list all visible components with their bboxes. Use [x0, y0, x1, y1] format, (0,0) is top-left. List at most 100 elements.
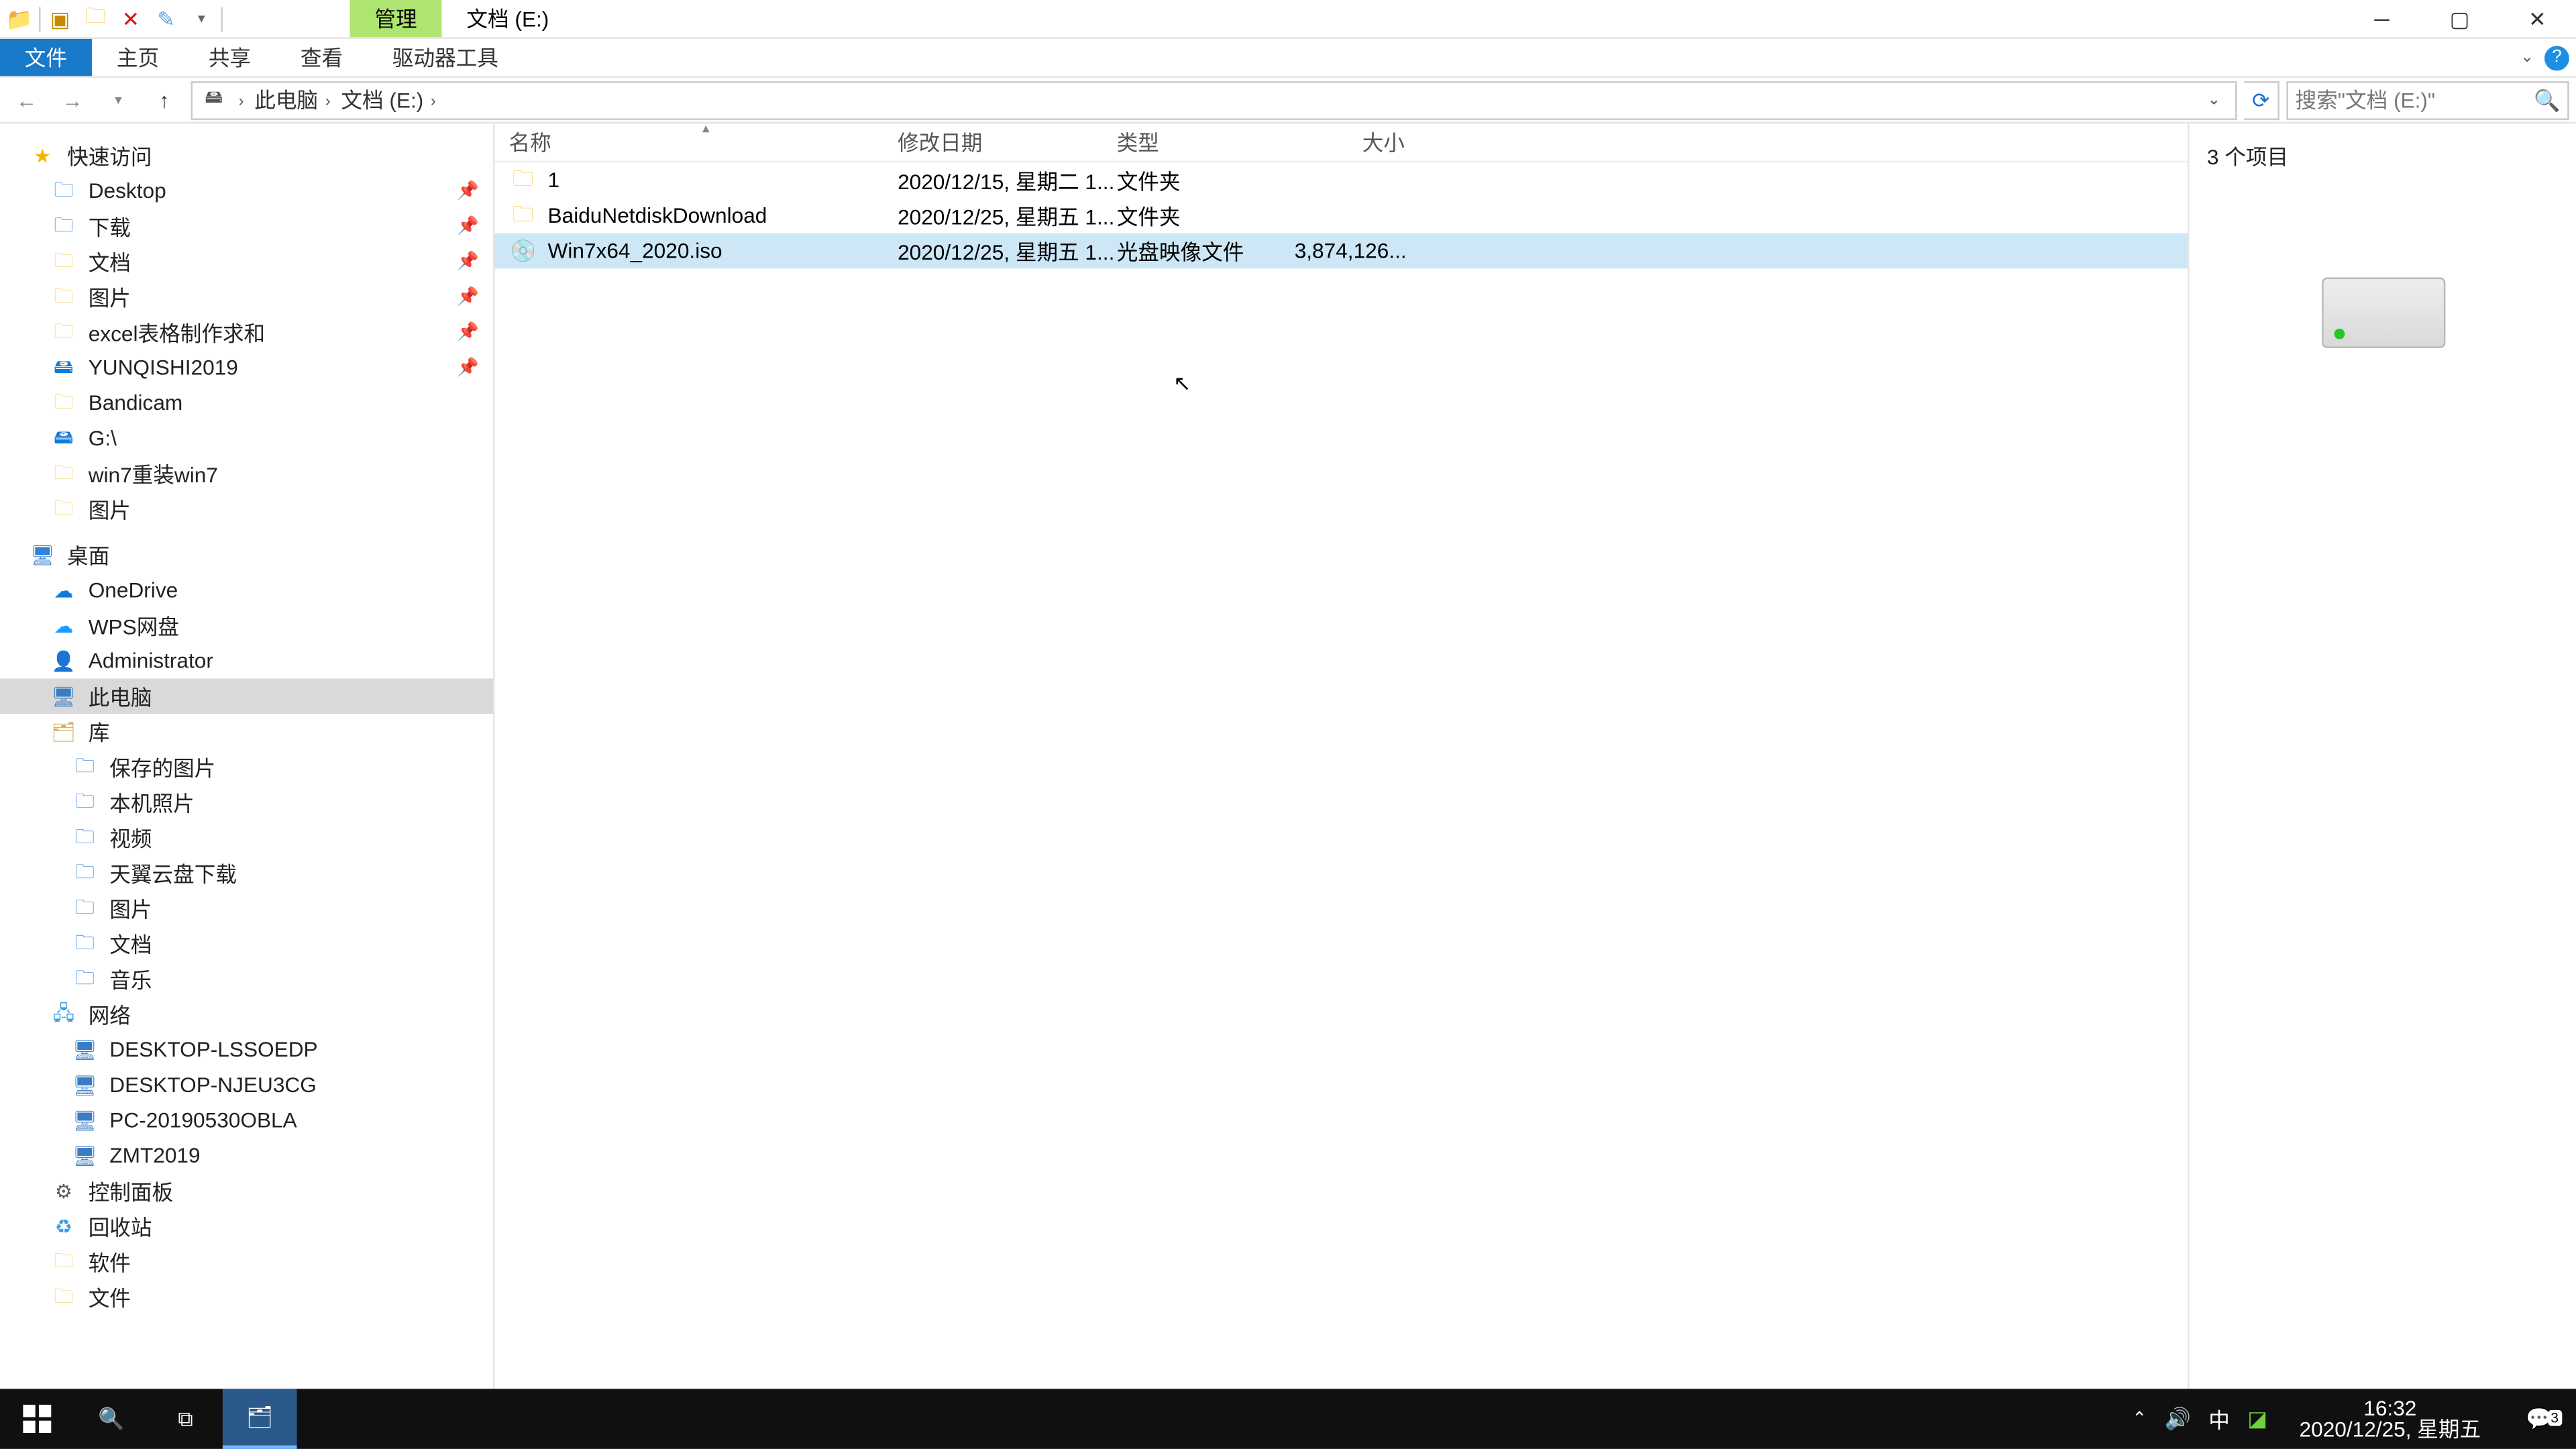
drive-thumbnail-icon — [2321, 278, 2445, 348]
file-rows[interactable]: 🗀12020/12/15, 星期二 1...文件夹🗀BaiduNetdiskDo… — [495, 162, 2188, 1413]
close-button[interactable]: ✕ — [2498, 0, 2576, 38]
ribbon-tab-home[interactable]: 主页 — [92, 39, 184, 76]
taskbar-clock[interactable]: 16:32 2020/12/25, 星期五 — [2285, 1397, 2495, 1440]
nav-quick-item-9[interactable]: 🗀图片 — [0, 491, 493, 527]
nav-tail-item-3[interactable]: 🗀 文件 — [0, 1279, 493, 1315]
nav-recent-button[interactable]: ▾ — [99, 80, 138, 119]
column-headers[interactable]: 名称▴ 修改日期 类型 大小 — [495, 123, 2188, 162]
nav-back-button[interactable]: ← — [7, 80, 46, 119]
ribbon-expand-icon[interactable]: ⌄ — [2520, 48, 2534, 67]
system-tray[interactable]: ⌃ 🔊 中 ◪ 16:32 2020/12/25, 星期五 💬3 — [2132, 1397, 2576, 1440]
nav-quick-item-7[interactable]: 🖴G:\ — [0, 421, 493, 456]
minimize-button[interactable]: ─ — [2343, 0, 2421, 38]
pc-icon: 🖥 — [70, 1036, 99, 1064]
nav-label: 控制面板 — [89, 1176, 173, 1206]
nav-net-item-3[interactable]: 🖥ZMT2019 — [0, 1138, 493, 1173]
nav-tail-item-2[interactable]: 🗀软件 — [0, 1244, 493, 1279]
nav-net-item-2[interactable]: 🖥PC-20190530OBLA — [0, 1103, 493, 1138]
nav-quick-item-2[interactable]: 🗀文档📌 — [0, 244, 493, 279]
file-row-2[interactable]: 💿Win7x64_2020.iso2020/12/25, 星期五 1...光盘映… — [495, 233, 2188, 269]
nav-quick-item-3[interactable]: 🗀图片📌 — [0, 279, 493, 315]
refresh-button[interactable]: ⟳ — [2244, 80, 2279, 119]
ribbon-tab-share[interactable]: 共享 — [184, 39, 276, 76]
col-name[interactable]: 名称▴ — [509, 123, 898, 160]
nav-label: 文件 — [89, 1282, 131, 1312]
nav-net-item-0[interactable]: 🖥DESKTOP-LSSOEDP — [0, 1032, 493, 1067]
nav-lib-item-6[interactable]: 🗀音乐 — [0, 961, 493, 997]
blue-icon: 🗀 — [70, 929, 99, 957]
nav-quick-item-8[interactable]: 🗀win7重装win7 — [0, 456, 493, 492]
tray-overflow-icon[interactable]: ⌃ — [2132, 1409, 2147, 1429]
nav-desktop[interactable]: 🖥桌面 — [0, 537, 493, 573]
contextual-tab-manage[interactable]: 管理 — [350, 0, 442, 37]
breadcrumb[interactable]: 🖴 › 此电脑› 文档 (E:)› ⌄ — [191, 80, 2237, 119]
breadcrumb-seg-drive[interactable]: 文档 (E:)› — [341, 85, 439, 115]
chevron-right-icon[interactable]: › — [235, 91, 247, 109]
col-type[interactable]: 类型 — [1117, 123, 1293, 160]
taskbar-explorer[interactable]: 🗂 — [223, 1389, 297, 1449]
nav-desktop-item-1[interactable]: ☁WPS网盘 — [0, 608, 493, 643]
nav-quick-item-5[interactable]: 🖴YUNQISHI2019📌 — [0, 350, 493, 386]
blue-icon: 🗀 — [50, 212, 78, 240]
nav-lib-item-0[interactable]: 🗀保存的图片 — [0, 749, 493, 785]
taskbar[interactable]: 🔍 ⧉ 🗂 ⌃ 🔊 中 ◪ 16:32 2020/12/25, 星期五 💬3 — [0, 1389, 2576, 1449]
nav-net-item-1[interactable]: 🖥DESKTOP-NJEU3CG — [0, 1067, 493, 1103]
nav-quick-item-6[interactable]: 🗀Bandicam — [0, 385, 493, 421]
search-box[interactable]: 搜索"文档 (E:)" 🔍 — [2286, 80, 2569, 119]
folder-icon: 🗀 — [50, 1283, 78, 1311]
ribbon-tab-view[interactable]: 查看 — [276, 39, 368, 76]
nav-lib-item-5[interactable]: 🗀文档 — [0, 926, 493, 961]
nav-lib-item-1[interactable]: 🗀本机照片 — [0, 784, 493, 820]
pc-icon: 🖥 — [70, 1106, 99, 1134]
file-row-0[interactable]: 🗀12020/12/15, 星期二 1...文件夹 — [495, 162, 2188, 198]
nav-label: 下载 — [89, 211, 131, 241]
nav-desktop-item-4[interactable]: 🗂库 — [0, 714, 493, 749]
taskbar-search-button[interactable]: 🔍 — [74, 1389, 149, 1449]
file-row-1[interactable]: 🗀BaiduNetdiskDownload2020/12/25, 星期五 1..… — [495, 198, 2188, 233]
tray-ime-icon[interactable]: 中 — [2208, 1404, 2230, 1434]
col-date[interactable]: 修改日期 — [898, 123, 1117, 160]
nav-quick-item-0[interactable]: 🗀Desktop📌 — [0, 173, 493, 209]
action-center-button[interactable]: 💬3 — [2513, 1407, 2566, 1432]
pin-icon: 📌 — [457, 252, 479, 271]
nav-lib-item-3[interactable]: 🗀天翼云盘下载 — [0, 855, 493, 891]
help-icon[interactable]: ? — [2544, 45, 2569, 70]
nav-desktop-item-0[interactable]: ☁OneDrive — [0, 572, 493, 608]
navigation-pane[interactable]: ★快速访问 🗀Desktop📌🗀下载📌🗀文档📌🗀图片📌🗀excel表格制作求和📌… — [0, 123, 495, 1413]
breadcrumb-history-icon[interactable]: ⌄ — [2200, 90, 2228, 109]
nav-label: 此电脑 — [89, 681, 152, 711]
col-size[interactable]: 大小 — [1293, 123, 1417, 160]
blue-icon: 🗀 — [70, 753, 99, 781]
task-view-button[interactable]: ⧉ — [148, 1389, 223, 1449]
nav-up-button[interactable]: ↑ — [145, 80, 184, 119]
maximize-button[interactable]: ▢ — [2421, 0, 2499, 38]
nav-network[interactable]: 🖧网络 — [0, 997, 493, 1032]
qat-properties-icon[interactable]: ▣ — [44, 3, 76, 34]
nav-quick-access[interactable]: ★快速访问 — [0, 138, 493, 173]
start-button[interactable] — [0, 1389, 74, 1449]
qat-rename-icon[interactable]: ✎ — [150, 3, 182, 34]
nav-lib-item-4[interactable]: 🗀图片 — [0, 891, 493, 926]
qat-customize-icon[interactable]: ▾ — [186, 3, 217, 34]
nav-quick-item-1[interactable]: 🗀下载📌 — [0, 209, 493, 244]
ribbon-tab-drivetools[interactable]: 驱动器工具 — [368, 39, 523, 76]
qat-delete-icon[interactable]: ✕ — [115, 3, 146, 34]
nav-quick-item-4[interactable]: 🗀excel表格制作求和📌 — [0, 315, 493, 350]
nav-label: 视频 — [109, 822, 152, 853]
blue-icon: 🗀 — [50, 176, 78, 205]
nav-desktop-item-3[interactable]: 🖥此电脑 — [0, 678, 493, 714]
tray-volume-icon[interactable]: 🔊 — [2165, 1407, 2191, 1432]
file-name: BaiduNetdiskDownload — [548, 203, 767, 228]
title-bar: 📁 ▣ 🗀 ✕ ✎ ▾ 管理 文档 (E:) ─ ▢ ✕ — [0, 0, 2576, 39]
qat-newfolder-icon[interactable]: 🗀 — [80, 3, 111, 34]
search-icon[interactable]: 🔍 — [2534, 87, 2560, 112]
tray-app-icon[interactable]: ◪ — [2247, 1407, 2267, 1432]
nav-lib-item-2[interactable]: 🗀视频 — [0, 820, 493, 855]
nav-tail-item-0[interactable]: ⚙控制面板 — [0, 1173, 493, 1209]
breadcrumb-seg-thispc[interactable]: 此电脑› — [254, 85, 334, 115]
nav-desktop-item-2[interactable]: 👤Administrator — [0, 643, 493, 679]
ribbon-tab-file[interactable]: 文件 — [0, 39, 92, 76]
nav-label: 天翼云盘下载 — [109, 858, 237, 888]
nav-tail-item-1[interactable]: ♻回收站 — [0, 1209, 493, 1244]
file-type: 文件夹 — [1117, 165, 1293, 195]
